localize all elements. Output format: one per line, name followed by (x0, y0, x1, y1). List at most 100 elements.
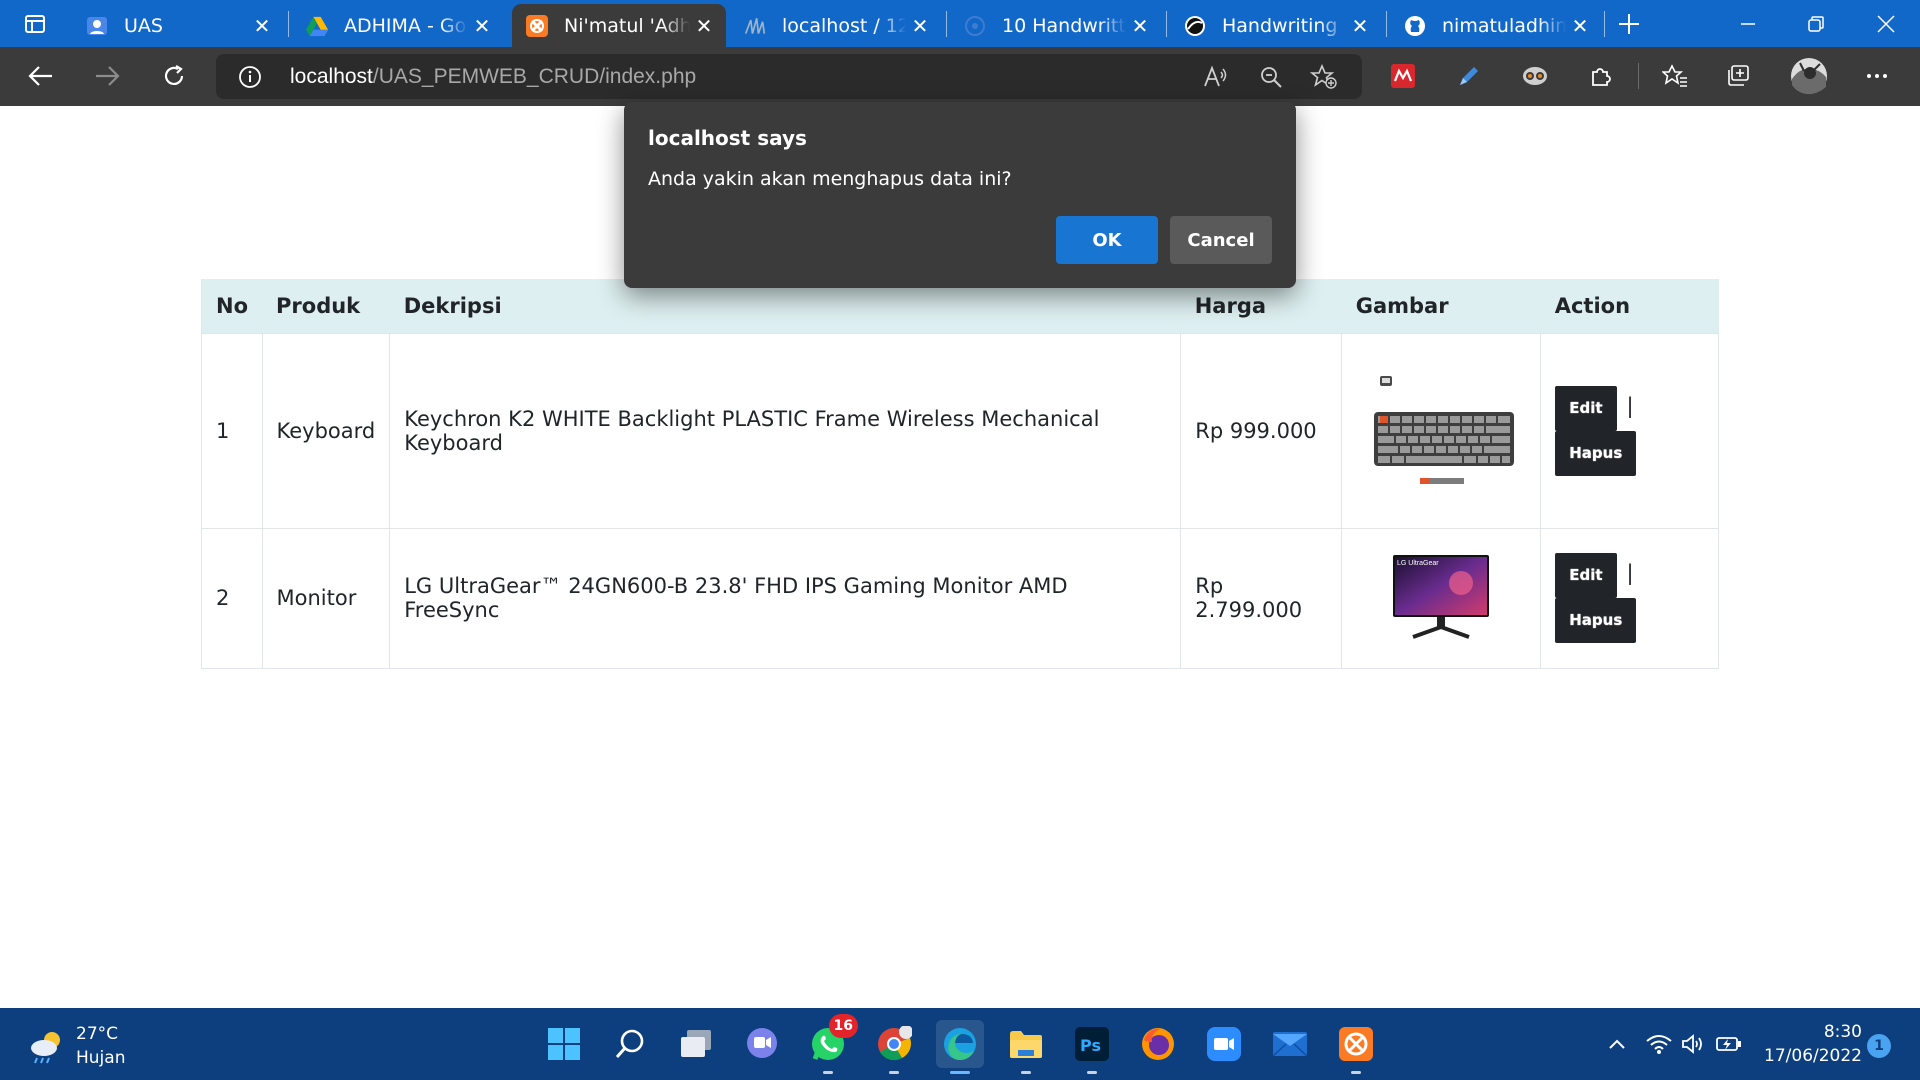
network-button[interactable] (1642, 1008, 1676, 1080)
add-favorite-icon[interactable] (1309, 63, 1338, 94)
tab-divider (1386, 11, 1387, 37)
back-arrow-icon (28, 66, 52, 86)
svg-text:Ps: Ps (1080, 1036, 1101, 1055)
search-icon (615, 1029, 644, 1058)
extensions-button[interactable] (1578, 53, 1624, 99)
face-extension-icon (1523, 67, 1547, 85)
edit-button[interactable]: Edit (1555, 553, 1617, 598)
zoom-icon[interactable] (1259, 65, 1283, 93)
tab-uas[interactable]: UAS ✕ (72, 4, 284, 47)
close-icon (1877, 14, 1895, 33)
pen-extension-icon (1460, 67, 1478, 85)
cell-action: Edit | Hapus (1540, 332, 1719, 529)
whatsapp-button[interactable]: 16 (804, 1014, 858, 1074)
collections-button[interactable] (1716, 53, 1762, 99)
close-icon[interactable]: ✕ (690, 12, 718, 40)
address-url[interactable]: localhost/UAS_PEMWEB_CRUD/index.php (290, 54, 696, 99)
tab-title: ADHIMA - Google Drive (344, 14, 468, 37)
close-icon[interactable]: ✕ (1126, 12, 1154, 40)
edge-button[interactable] (936, 1020, 984, 1074)
tab-nimatul-adhima[interactable]: Ni'matul 'Adhima ✕ (512, 4, 726, 47)
firefox-button[interactable] (1134, 1020, 1182, 1068)
windows-icon (548, 1028, 580, 1060)
restore-button[interactable] (1782, 0, 1850, 47)
extension-pen-button[interactable] (1446, 53, 1492, 99)
teams-chat-button[interactable] (738, 1020, 786, 1068)
tab-phpmyadmin[interactable]: localhost / 127.0.0.1 ✕ (730, 4, 942, 47)
avatar (1791, 58, 1827, 94)
cancel-button[interactable]: Cancel (1170, 216, 1272, 264)
toolbar-divider (1638, 63, 1639, 89)
running-indicator (1021, 1071, 1031, 1074)
battery-charging-icon (1716, 1037, 1741, 1051)
close-icon[interactable]: ✕ (248, 12, 276, 40)
favorites-button[interactable] (1652, 53, 1698, 99)
dialog-title: localhost says (648, 126, 807, 150)
zoom-app-icon (1207, 1027, 1241, 1061)
close-icon[interactable]: ✕ (906, 12, 934, 40)
table-row: 2 Monitor LG UltraGear™ 24GN600-B 23.8' … (201, 527, 1719, 669)
notification-badge[interactable]: 1 (1867, 1034, 1891, 1058)
start-button[interactable] (540, 1020, 588, 1068)
hapus-button[interactable]: Hapus (1555, 430, 1637, 476)
new-tab-button[interactable] (1606, 1, 1652, 47)
xampp-icon (1339, 1027, 1373, 1061)
address-bar[interactable]: localhost/UAS_PEMWEB_CRUD/index.php (216, 54, 1362, 99)
tab-divider (1604, 11, 1605, 37)
cell-harga: Rp 999.000 (1180, 332, 1343, 529)
brush-site-icon (1184, 15, 1206, 37)
close-icon[interactable]: ✕ (1346, 12, 1374, 40)
extension-mega-button[interactable] (1380, 53, 1426, 99)
extension-face-button[interactable] (1512, 53, 1558, 99)
zoom-button[interactable] (1200, 1020, 1248, 1068)
tab-github[interactable]: nimatuladhima ✕ (1390, 4, 1602, 47)
battery-button[interactable] (1712, 1008, 1746, 1080)
running-indicator (1087, 1071, 1097, 1074)
cell-no: 2 (201, 527, 263, 669)
tab-actions-button[interactable] (12, 1, 58, 47)
volume-button[interactable] (1676, 1008, 1710, 1080)
taskbar-clock[interactable]: 8:30 17/06/2022 (1752, 1020, 1862, 1068)
hapus-button[interactable]: Hapus (1555, 598, 1637, 643)
chrome-button[interactable] (870, 1020, 918, 1074)
mail-button[interactable] (1266, 1020, 1314, 1068)
edge-icon (944, 1028, 976, 1060)
cell-produk: Monitor (261, 527, 391, 669)
read-aloud-icon[interactable] (1202, 64, 1228, 94)
running-indicator (1351, 1071, 1361, 1074)
back-button[interactable] (18, 53, 64, 99)
taskbar-search-button[interactable] (606, 1020, 654, 1068)
ok-button[interactable]: OK (1056, 216, 1158, 264)
action-separator: | (1626, 393, 1634, 418)
clock-date: 17/06/2022 (1764, 1046, 1862, 1066)
task-view-button[interactable] (672, 1020, 720, 1068)
tab-google-drive[interactable]: ADHIMA - Google Drive ✕ (292, 4, 504, 47)
clock-time: 8:30 (1823, 1022, 1862, 1042)
photoshop-button[interactable]: Ps (1068, 1020, 1116, 1074)
mail-icon (1272, 1032, 1308, 1057)
cell-action: Edit | Hapus (1540, 527, 1719, 669)
site-info-icon[interactable] (238, 65, 262, 89)
cell-deskripsi: Keychron K2 WHITE Backlight PLASTIC Fram… (389, 332, 1182, 529)
minimize-button[interactable] (1714, 0, 1782, 47)
tab-divider (288, 11, 289, 37)
xampp-button[interactable] (1332, 1020, 1380, 1074)
running-indicator (823, 1071, 833, 1074)
close-icon[interactable]: ✕ (468, 12, 496, 40)
show-hidden-icons-button[interactable] (1600, 1008, 1634, 1080)
edit-button[interactable]: Edit (1555, 385, 1617, 431)
weather-widget[interactable]: 27°C Hujan (28, 1022, 125, 1070)
tab-handwriting-fonts[interactable]: Handwriting Fonts ✕ (1170, 4, 1382, 47)
tab-title: nimatuladhima (1442, 14, 1566, 37)
forward-button[interactable] (84, 53, 130, 99)
file-explorer-button[interactable] (1002, 1020, 1050, 1074)
profile-button[interactable] (1786, 53, 1832, 99)
close-window-button[interactable] (1852, 0, 1920, 47)
tab-title: UAS (124, 14, 163, 37)
settings-menu-button[interactable] (1854, 53, 1900, 99)
close-icon[interactable]: ✕ (1566, 12, 1594, 40)
tab-divider (1166, 11, 1167, 37)
tab-handwritten[interactable]: 10 Handwritten ✕ (950, 4, 1162, 47)
address-path: /UAS_PEMWEB_CRUD/index.php (372, 65, 697, 88)
refresh-button[interactable] (151, 53, 197, 99)
